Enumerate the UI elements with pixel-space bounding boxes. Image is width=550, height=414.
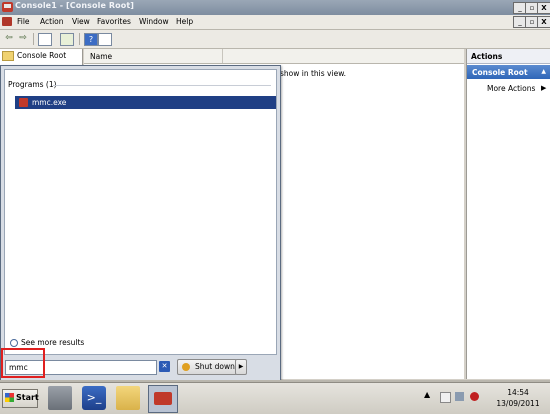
programs-section-label: Programs (1)	[8, 80, 57, 89]
forward-icon[interactable]: ⇨	[17, 33, 29, 44]
system-clock[interactable]: 14:54 13/09/2011	[490, 387, 546, 409]
clear-search-icon[interactable]: ✕	[159, 361, 170, 372]
actions-title: Actions	[467, 49, 550, 64]
menu-view[interactable]: View	[72, 17, 90, 26]
start-button[interactable]: Start	[2, 389, 39, 408]
mmc-icon[interactable]	[148, 385, 178, 413]
section-divider	[53, 85, 271, 86]
mmc-app-icon[interactable]	[2, 2, 13, 12]
window-title: Console1 - [Console Root]	[15, 1, 135, 10]
column-header-name[interactable]: Name	[90, 52, 112, 61]
see-more-results-link[interactable]: See more results	[10, 338, 84, 347]
see-more-results-label: See more results	[21, 338, 85, 347]
folder-icon	[2, 51, 14, 61]
export-list-icon[interactable]	[60, 33, 74, 46]
menu-window[interactable]: Window	[139, 17, 169, 26]
network-icon[interactable]	[455, 392, 464, 401]
actions-title-label: Actions	[471, 52, 503, 61]
mmc-result-icon	[19, 98, 28, 107]
submenu-arrow-icon: ▶	[541, 84, 547, 92]
tree-root-label: Console Root	[17, 51, 67, 60]
actions-group-header[interactable]: Console Root ▲	[467, 65, 550, 79]
more-actions-item[interactable]: More Actions ▶	[487, 84, 546, 93]
more-actions-label: More Actions	[487, 84, 536, 93]
menu-action[interactable]: Action	[40, 17, 64, 26]
toolbar-separator	[33, 33, 34, 45]
search-result-mmc[interactable]: mmc.exe	[15, 96, 276, 109]
close-button[interactable]: X	[537, 2, 550, 14]
actions-pane: Actions Console Root ▲ More Actions ▶	[466, 49, 550, 379]
start-button-label: Start	[16, 393, 39, 402]
windows-logo-icon	[5, 393, 14, 402]
search-magnifier-icon	[10, 339, 18, 347]
console-child-icon[interactable]	[2, 17, 12, 26]
clock-time: 14:54	[507, 388, 529, 397]
menu-help[interactable]: Help	[176, 17, 193, 26]
search-results-panel: Programs (1) mmc.exe See more results	[4, 69, 277, 355]
collapse-caret-icon[interactable]: ▲	[541, 68, 546, 75]
shutdown-button[interactable]: Shut down	[177, 359, 237, 375]
taskbar: Start >_ ▲ 14:54 13/09/2011	[0, 382, 550, 414]
shutdown-options-arrow-icon[interactable]: ▶	[235, 359, 247, 375]
menu-bar: File Action View Favorites Window Help _…	[0, 15, 550, 30]
show-hidden-icons-icon[interactable]: ▲	[424, 390, 430, 399]
show-hide-action-pane-icon[interactable]	[98, 33, 112, 46]
back-icon[interactable]: ⇦	[3, 33, 15, 44]
show-hide-tree-icon[interactable]	[38, 33, 52, 46]
actions-group-label: Console Root	[472, 68, 528, 77]
child-close-button[interactable]: X	[537, 16, 550, 28]
server-manager-icon[interactable]	[48, 386, 72, 410]
tree-root-node[interactable]: Console Root	[2, 51, 66, 61]
powershell-icon[interactable]: >_	[82, 386, 106, 410]
action-center-flag-icon[interactable]	[440, 392, 451, 403]
window-title-bar[interactable]: Console1 - [Console Root] _ ▫ X	[0, 0, 550, 15]
clock-date: 13/09/2011	[496, 399, 540, 408]
menu-file[interactable]: File	[17, 17, 30, 26]
highlight-annotation-box	[1, 348, 45, 378]
start-menu: Programs (1) mmc.exe See more results ✕ …	[0, 65, 281, 382]
toolbar-separator	[79, 33, 80, 45]
search-result-label: mmc.exe	[32, 98, 67, 107]
windows-explorer-icon[interactable]	[116, 386, 140, 410]
menu-favorites[interactable]: Favorites	[97, 17, 131, 26]
empty-list-message: show in this view.	[280, 69, 347, 78]
volume-muted-icon[interactable]	[470, 392, 479, 401]
column-divider[interactable]	[222, 49, 223, 63]
toolbar: ⇦ ⇨ ?	[0, 30, 550, 49]
help-icon[interactable]: ?	[84, 33, 98, 46]
shutdown-warning-icon	[182, 363, 190, 371]
list-header: Name	[84, 49, 464, 64]
shutdown-label: Shut down	[195, 362, 235, 371]
